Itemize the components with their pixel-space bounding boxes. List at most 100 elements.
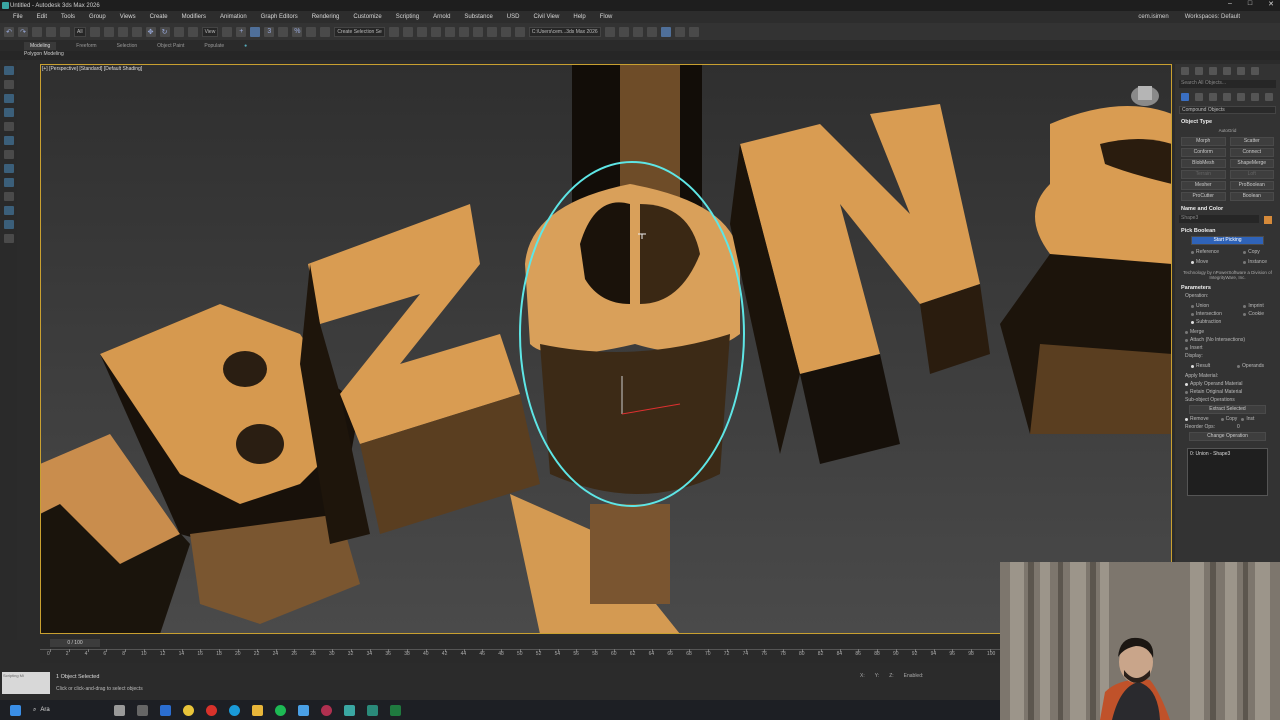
pick-boolean-rollout[interactable]: Pick Boolean: [1175, 225, 1280, 235]
align-icon[interactable]: [402, 26, 413, 37]
open-folder-icon[interactable]: [618, 26, 629, 37]
display-tool-icon[interactable]: [3, 108, 14, 117]
scale-icon[interactable]: [173, 26, 184, 37]
select-by-name-icon[interactable]: [103, 26, 114, 37]
polygon-modeling-label[interactable]: Polygon Modeling: [24, 51, 64, 57]
terrain-button[interactable]: Terrain: [1181, 170, 1226, 179]
tab-populate[interactable]: Populate: [204, 43, 224, 49]
morph-button[interactable]: Morph: [1181, 137, 1226, 146]
menu-animation[interactable]: Animation: [213, 14, 254, 20]
cameras-tool-icon[interactable]: [3, 178, 14, 187]
davinci-icon[interactable]: [320, 704, 332, 716]
scene-explorer-icon[interactable]: [416, 26, 427, 37]
save-icon[interactable]: [632, 26, 643, 37]
copy-radio[interactable]: Copy: [1233, 248, 1277, 256]
subtraction-radio[interactable]: Subtraction: [1181, 318, 1233, 326]
z-coordinate-field[interactable]: Z:: [889, 673, 893, 679]
freeze-tool-icon[interactable]: [3, 136, 14, 145]
intersection-radio[interactable]: Intersection: [1181, 310, 1233, 318]
viewcube[interactable]: [1131, 86, 1159, 106]
reorder-ops-spinner[interactable]: 0: [1237, 424, 1240, 430]
shapemerge-button[interactable]: ShapeMerge: [1229, 159, 1274, 168]
menu-tools[interactable]: Tools: [54, 14, 82, 20]
redo-icon[interactable]: ↷: [18, 26, 28, 37]
instance-radio[interactable]: Instance: [1233, 258, 1277, 266]
percent-snap-icon[interactable]: %: [292, 26, 303, 37]
render-teapot-icon[interactable]: [514, 26, 525, 37]
link-icon[interactable]: [32, 26, 42, 37]
edge-icon[interactable]: [228, 704, 240, 716]
menu-create[interactable]: Create: [143, 14, 175, 20]
reference-coordinate-dropdown[interactable]: View: [201, 26, 219, 37]
hierarchy-tool-icon[interactable]: [3, 122, 14, 131]
operands-radio[interactable]: Operands: [1227, 362, 1274, 370]
undo-icon[interactable]: ↶: [4, 26, 14, 37]
tab-modeling[interactable]: Modeling: [24, 41, 57, 50]
connect-button[interactable]: Connect: [1229, 148, 1274, 157]
menu-arnold[interactable]: Arnold: [426, 14, 457, 20]
union-radio[interactable]: Union: [1181, 302, 1233, 310]
layer-tool-icon[interactable]: [3, 80, 14, 89]
menu-graph-editors[interactable]: Graph Editors: [254, 14, 305, 20]
taskbar-search[interactable]: ⌕ Ara: [33, 707, 50, 714]
maxscript-listener[interactable]: Scripting Mi: [2, 672, 50, 694]
window-crossing-icon[interactable]: [131, 26, 142, 37]
excel-icon[interactable]: [389, 704, 401, 716]
select-tool-icon[interactable]: [3, 94, 14, 103]
lights-tool-icon[interactable]: [3, 164, 14, 173]
parameters-rollout[interactable]: Parameters: [1175, 282, 1280, 292]
app-blue-icon[interactable]: [159, 704, 171, 716]
lights-category-icon[interactable]: [1209, 93, 1217, 101]
hide-tool-icon[interactable]: [3, 150, 14, 159]
ribbon-options-icon[interactable]: ●: [244, 43, 247, 49]
merge-radio[interactable]: Merge: [1175, 328, 1280, 336]
unlink-icon[interactable]: [46, 26, 56, 37]
user-account[interactable]: cem.isimen: [1138, 14, 1168, 20]
particles-tool-icon[interactable]: [3, 234, 14, 243]
move-radio[interactable]: Move: [1181, 258, 1229, 266]
reorder-ops-button[interactable]: Reorder Ops:: [1185, 424, 1215, 430]
geometry-category-icon[interactable]: [1181, 93, 1189, 101]
mirror-icon[interactable]: [388, 26, 399, 37]
name-color-rollout[interactable]: Name and Color: [1175, 203, 1280, 213]
app-teal-icon[interactable]: [366, 704, 378, 716]
start-picking-button[interactable]: Start Picking: [1191, 236, 1264, 245]
task-view-icon[interactable]: [136, 704, 148, 716]
helpers-tool-icon[interactable]: [3, 192, 14, 201]
menu-scripting[interactable]: Scripting: [389, 14, 426, 20]
project-path-dropdown[interactable]: C:\Users\cem...3ds Max 2026: [528, 26, 601, 37]
3dsmax-icon[interactable]: [343, 704, 355, 716]
mesher-button[interactable]: Mesher: [1181, 181, 1226, 190]
cookie-checkbox[interactable]: Cookie: [1233, 310, 1274, 318]
operands-list[interactable]: 0: Union - Shape3: [1187, 448, 1268, 496]
create-tab-icon[interactable]: [1181, 67, 1189, 75]
pivot-center-icon[interactable]: [222, 26, 233, 37]
y-coordinate-field[interactable]: Y:: [875, 673, 879, 679]
operand-list-item[interactable]: 0: Union - Shape3: [1190, 451, 1265, 457]
import-icon[interactable]: [646, 26, 657, 37]
result-radio[interactable]: Result: [1181, 362, 1227, 370]
cameras-category-icon[interactable]: [1223, 93, 1231, 101]
retain-original-material-radio[interactable]: Retain Original Material: [1175, 388, 1280, 396]
file-explorer-icon[interactable]: [251, 704, 263, 716]
category-dropdown[interactable]: Compound Objects: [1179, 106, 1276, 114]
opera-icon[interactable]: [205, 704, 217, 716]
loft-button[interactable]: Loft: [1229, 170, 1274, 179]
object-type-rollout[interactable]: Object Type: [1175, 116, 1280, 126]
schematic-view-icon[interactable]: [472, 26, 483, 37]
timeline[interactable]: 0 / 100 0 2 4 6 8 10 12 14 16 18 20 22 24 26 28 30 32 34 3…: [40, 637, 1000, 663]
selection-filter-dropdown[interactable]: All: [74, 26, 86, 37]
extract-selected-button[interactable]: Extract Selected: [1189, 405, 1266, 414]
rotate-icon[interactable]: ↻: [159, 26, 170, 37]
menu-help[interactable]: Help: [566, 14, 592, 20]
helpers-category-icon[interactable]: [1237, 93, 1245, 101]
imprint-checkbox[interactable]: Imprint: [1233, 302, 1274, 310]
spotify-icon[interactable]: [274, 704, 286, 716]
menu-flow[interactable]: Flow: [593, 14, 620, 20]
object-name-field[interactable]: Shape3: [1179, 215, 1259, 223]
menu-substance[interactable]: Substance: [457, 14, 499, 20]
menu-civil-view[interactable]: Civil View: [526, 14, 566, 20]
object-search-input[interactable]: Search All Objects...: [1179, 80, 1276, 88]
chrome-icon[interactable]: [182, 704, 194, 716]
utilities-tab-icon[interactable]: [1251, 67, 1259, 75]
